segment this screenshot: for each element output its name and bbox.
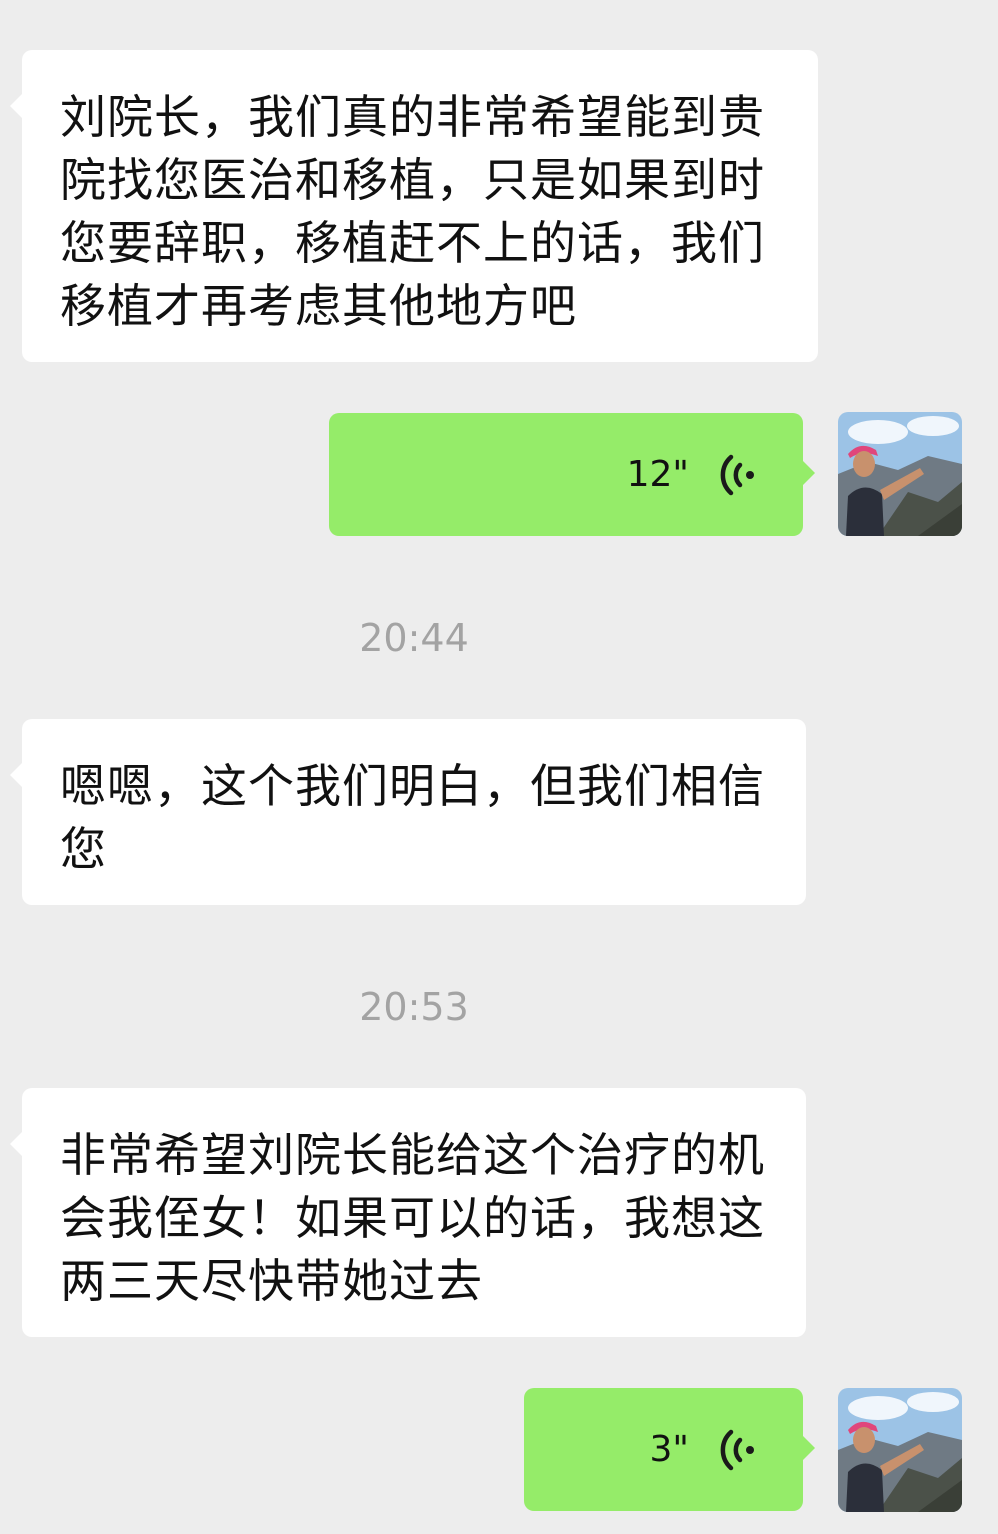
outgoing-voice-message[interactable]: 3" [524,1388,815,1511]
outgoing-voice-message[interactable]: 12" [329,413,815,536]
message-text: 非常希望刘院长能给这个治疗的机会我侄女！如果可以的话，我想这两三天尽快带她过去 [60,1128,765,1308]
user-avatar[interactable] [838,412,962,536]
message-text: 刘院长，我们真的非常希望能到贵院找您医治和移植，只是如果到时您要辞职，移植赶不上… [60,90,765,333]
chat-timestamp: 20:53 [359,985,469,1029]
avatar-photo [838,412,962,536]
incoming-message-bubble[interactable]: 非常希望刘院长能给这个治疗的机会我侄女！如果可以的话，我想这两三天尽快带她过去 [10,1088,806,1337]
voice-wave-icon [720,454,754,495]
avatar-photo [838,1388,962,1512]
voice-duration: 3" [649,1429,689,1470]
user-avatar[interactable] [838,1388,962,1512]
voice-wave-icon [720,1429,754,1470]
chat-timestamp: 20:44 [359,616,469,660]
message-text: 嗯嗯，这个我们明白，但我们相信您 [60,759,765,876]
voice-duration: 12" [626,454,689,495]
incoming-message-bubble[interactable]: 刘院长，我们真的非常希望能到贵院找您医治和移植，只是如果到时您要辞职，移植赶不上… [10,50,818,362]
incoming-message-bubble[interactable]: 嗯嗯，这个我们明白，但我们相信您 [10,719,806,905]
